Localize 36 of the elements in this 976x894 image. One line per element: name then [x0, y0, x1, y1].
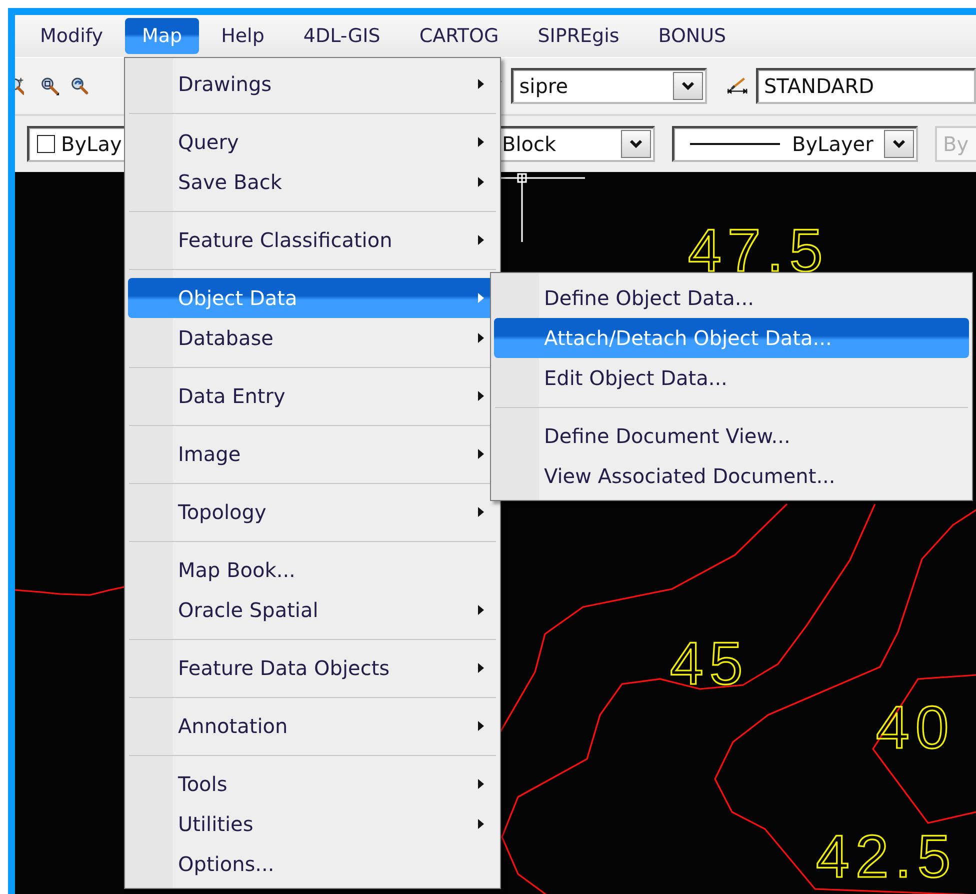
menu-item[interactable]: Topology [128, 492, 497, 532]
menu-item[interactable]: Attach/Detach Object Data... [494, 318, 969, 358]
dropdown-button[interactable] [673, 72, 704, 100]
menu-item[interactable]: Edit Object Data... [494, 358, 969, 398]
menu-item[interactable]: Save Back [128, 162, 497, 202]
menu-bar-item[interactable]: BONUS [641, 18, 744, 54]
menu-item[interactable]: Feature Classification [128, 220, 497, 260]
menu-bar-item[interactable]: Modify [23, 18, 120, 54]
menu-bar-item[interactable]: 4DL-GIS [286, 18, 398, 54]
linetype-dropdown[interactable]: ByLayer [672, 126, 918, 162]
menu-bar-item[interactable]: SIPREgis [520, 18, 636, 54]
dropdown-button[interactable] [884, 130, 914, 158]
menu-item[interactable]: Tools [128, 764, 497, 804]
contour-label: 45 [670, 630, 749, 697]
color-swatch-icon [37, 135, 55, 153]
menu-bar-item[interactable]: Map [124, 18, 200, 54]
menu-bar-item[interactable]: Help [204, 18, 282, 54]
line-sample-icon [690, 143, 780, 145]
menu-item[interactable]: Define Document View... [494, 416, 969, 456]
menu-item[interactable]: Feature Data Objects [128, 648, 497, 688]
menu-item[interactable]: View Associated Document... [494, 456, 969, 496]
chevron-down-icon [681, 81, 696, 91]
menu-item[interactable]: Oracle Spatial [128, 590, 497, 630]
text-style-dropdown[interactable]: sipre [511, 68, 708, 104]
menu-item[interactable]: Utilities [128, 804, 497, 844]
menu-bar-item[interactable]: CARTOG [402, 18, 516, 54]
menu-item[interactable]: Map Book... [128, 550, 497, 590]
dimension-style-dropdown[interactable]: STANDARD [756, 68, 976, 104]
crosshair-cursor-icon [500, 173, 586, 243]
chevron-down-icon [629, 139, 643, 149]
menu-item[interactable]: Annotation [128, 706, 497, 746]
contour-label: 42.5 [816, 823, 957, 890]
dropdown-button[interactable] [621, 130, 651, 158]
chevron-down-icon [892, 139, 906, 149]
menu-item[interactable]: Options... [128, 844, 497, 884]
menu-item[interactable]: Drawings [128, 64, 497, 104]
